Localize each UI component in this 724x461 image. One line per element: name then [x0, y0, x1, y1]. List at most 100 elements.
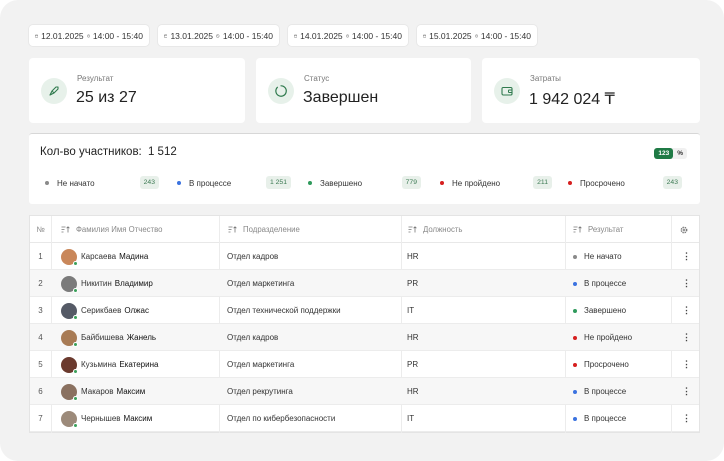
row-dept: Отдел маркетинга	[227, 279, 295, 288]
stat-count: 243	[139, 176, 159, 189]
avatar	[61, 410, 78, 428]
table-row[interactable]: 1 Карсаева Мадина Отдел кадров HR Не начато ⋮	[30, 243, 699, 270]
count-percent-toggle[interactable]: 123 %	[654, 148, 687, 159]
date-text: 15.01.2025	[429, 30, 472, 41]
table-row[interactable]: 7 Чернышев Максим Отдел по кибербезопасност…	[30, 405, 699, 432]
table-row[interactable]: 4 Байбишева Жанель Отдел кадров HR Не пройден…	[30, 324, 699, 351]
stat-overdue: Просрочено 243	[568, 174, 682, 192]
stat-label: Не пройдено	[452, 178, 501, 188]
first-name: Олжас	[124, 306, 149, 315]
result-card: Результат 25 из 27	[29, 58, 245, 123]
header-name[interactable]: Фамилия Имя Отчество	[61, 216, 163, 243]
sort-icon	[408, 226, 417, 233]
more-menu-icon[interactable]: ⋮	[682, 324, 691, 351]
table-row[interactable]: 3 Серикбаев Олжас Отдел технической поддерж…	[30, 297, 699, 324]
header-result[interactable]: Результат	[573, 216, 623, 243]
stat-label: Завершено	[320, 178, 363, 188]
first-name: Екатерина	[119, 360, 159, 369]
row-person[interactable]: Карсаева Мадина	[61, 243, 148, 270]
header-label: Фамилия Имя Отчество	[76, 225, 163, 234]
result-label: Не пройдено	[584, 333, 633, 342]
header-dept[interactable]: Подразделение	[228, 216, 300, 243]
time-text: 14:00 - 15:40	[351, 30, 402, 41]
avatar	[61, 356, 78, 374]
date-chip[interactable]: 14.01.2025 14:00 - 15:40	[288, 25, 408, 46]
result-dot	[573, 281, 577, 286]
row-position: HR	[407, 387, 419, 396]
row-person[interactable]: Серикбаев Олжас	[61, 297, 149, 324]
last-name: Кузьмина	[81, 360, 117, 369]
table-header: № Фамилия Имя Отчество Подразделение Дол…	[30, 216, 699, 243]
sort-icon	[228, 226, 237, 233]
wallet-icon	[494, 78, 520, 104]
row-dept: Отдел кадров	[227, 333, 279, 342]
table-row[interactable]: 2 Никитин Владимир Отдел маркетинга PR В проц…	[30, 270, 699, 297]
participants-title: Кол-во участников: 1 512	[40, 146, 177, 158]
participants-panel: Кол-во участников: 1 512 123 % Не начато…	[29, 133, 700, 204]
more-menu-icon[interactable]: ⋮	[682, 297, 691, 324]
row-person[interactable]: Никитин Владимир	[61, 270, 153, 297]
row-dept: Отдел по кибербезопасности	[227, 414, 336, 423]
dashboard-frame: 12.01.2025 14:00 - 15:40 13.01.2025 14:0…	[0, 0, 724, 461]
table-row[interactable]: 6 Макаров Максим Отдел рекрутинга HR В процес…	[30, 378, 699, 405]
table-row[interactable]: 5 Кузьмина Екатерина Отдел маркетинга PR Прос…	[30, 351, 699, 378]
stat-count: 779	[401, 176, 421, 189]
row-person[interactable]: Макаров Максим	[61, 378, 145, 405]
last-name: Никитин	[81, 279, 112, 288]
cost-card: Затраты 1 942 024 ₸	[482, 58, 700, 123]
more-menu-icon[interactable]: ⋮	[682, 351, 691, 378]
row-person[interactable]: Кузьмина Екатерина	[61, 351, 158, 378]
stat-completed: Завершено 779	[308, 174, 421, 192]
header-num: №	[36, 225, 45, 234]
clock-icon	[345, 34, 349, 37]
row-person[interactable]: Байбишева Жанель	[61, 324, 156, 351]
last-name: Карсаева	[81, 252, 117, 261]
header-position[interactable]: Должность	[408, 216, 462, 243]
date-chip[interactable]: 15.01.2025 14:00 - 15:40	[417, 25, 537, 46]
progress-circle-icon	[268, 78, 294, 104]
avatar	[61, 383, 78, 401]
toggle-count[interactable]: 123	[654, 148, 674, 159]
online-indicator	[73, 368, 78, 374]
avatar	[61, 329, 78, 347]
date-chip[interactable]: 13.01.2025 14:00 - 15:40	[158, 25, 279, 46]
online-indicator	[73, 314, 78, 320]
stat-count: 1 251	[265, 176, 291, 189]
rocket-icon	[41, 78, 67, 104]
result-dot	[573, 335, 577, 340]
first-name: Владимир	[114, 279, 153, 288]
more-menu-icon[interactable]: ⋮	[682, 243, 691, 270]
card-label: Затраты	[530, 74, 561, 83]
first-name: Максим	[123, 414, 153, 423]
card-value: Завершен	[303, 89, 379, 106]
card-value: 1 942 024 ₸	[529, 91, 615, 108]
first-name: Мадина	[119, 252, 149, 261]
toggle-percent[interactable]: %	[673, 148, 687, 159]
online-indicator	[73, 395, 78, 401]
avatar	[61, 248, 78, 266]
participants-total: 1 512	[147, 146, 177, 158]
row-dept: Отдел технической поддержки	[227, 306, 341, 315]
more-menu-icon[interactable]: ⋮	[682, 378, 691, 405]
result-dot	[573, 254, 577, 259]
last-name: Байбишева	[81, 333, 124, 342]
time-text: 14:00 - 15:40	[222, 30, 274, 41]
result-label: В процессе	[584, 279, 627, 288]
more-menu-icon[interactable]: ⋮	[682, 270, 691, 297]
row-number: 1	[38, 252, 43, 261]
first-name: Жанель	[126, 333, 157, 342]
calendar-icon	[423, 34, 427, 38]
settings-gear-icon[interactable]	[680, 216, 694, 243]
avatar	[61, 302, 78, 320]
status-dot	[308, 181, 312, 185]
row-result: Просрочено	[573, 351, 629, 378]
clock-icon	[474, 34, 478, 37]
result-label: Не начато	[584, 252, 622, 261]
stat-not-started: Не начато 243	[45, 174, 159, 192]
clock-icon	[86, 34, 90, 37]
row-number: 3	[38, 306, 43, 315]
row-number: 4	[38, 333, 43, 342]
more-menu-icon[interactable]: ⋮	[682, 405, 691, 432]
row-person[interactable]: Чернышев Максим	[61, 405, 152, 432]
date-chip[interactable]: 12.01.2025 14:00 - 15:40	[29, 25, 149, 46]
